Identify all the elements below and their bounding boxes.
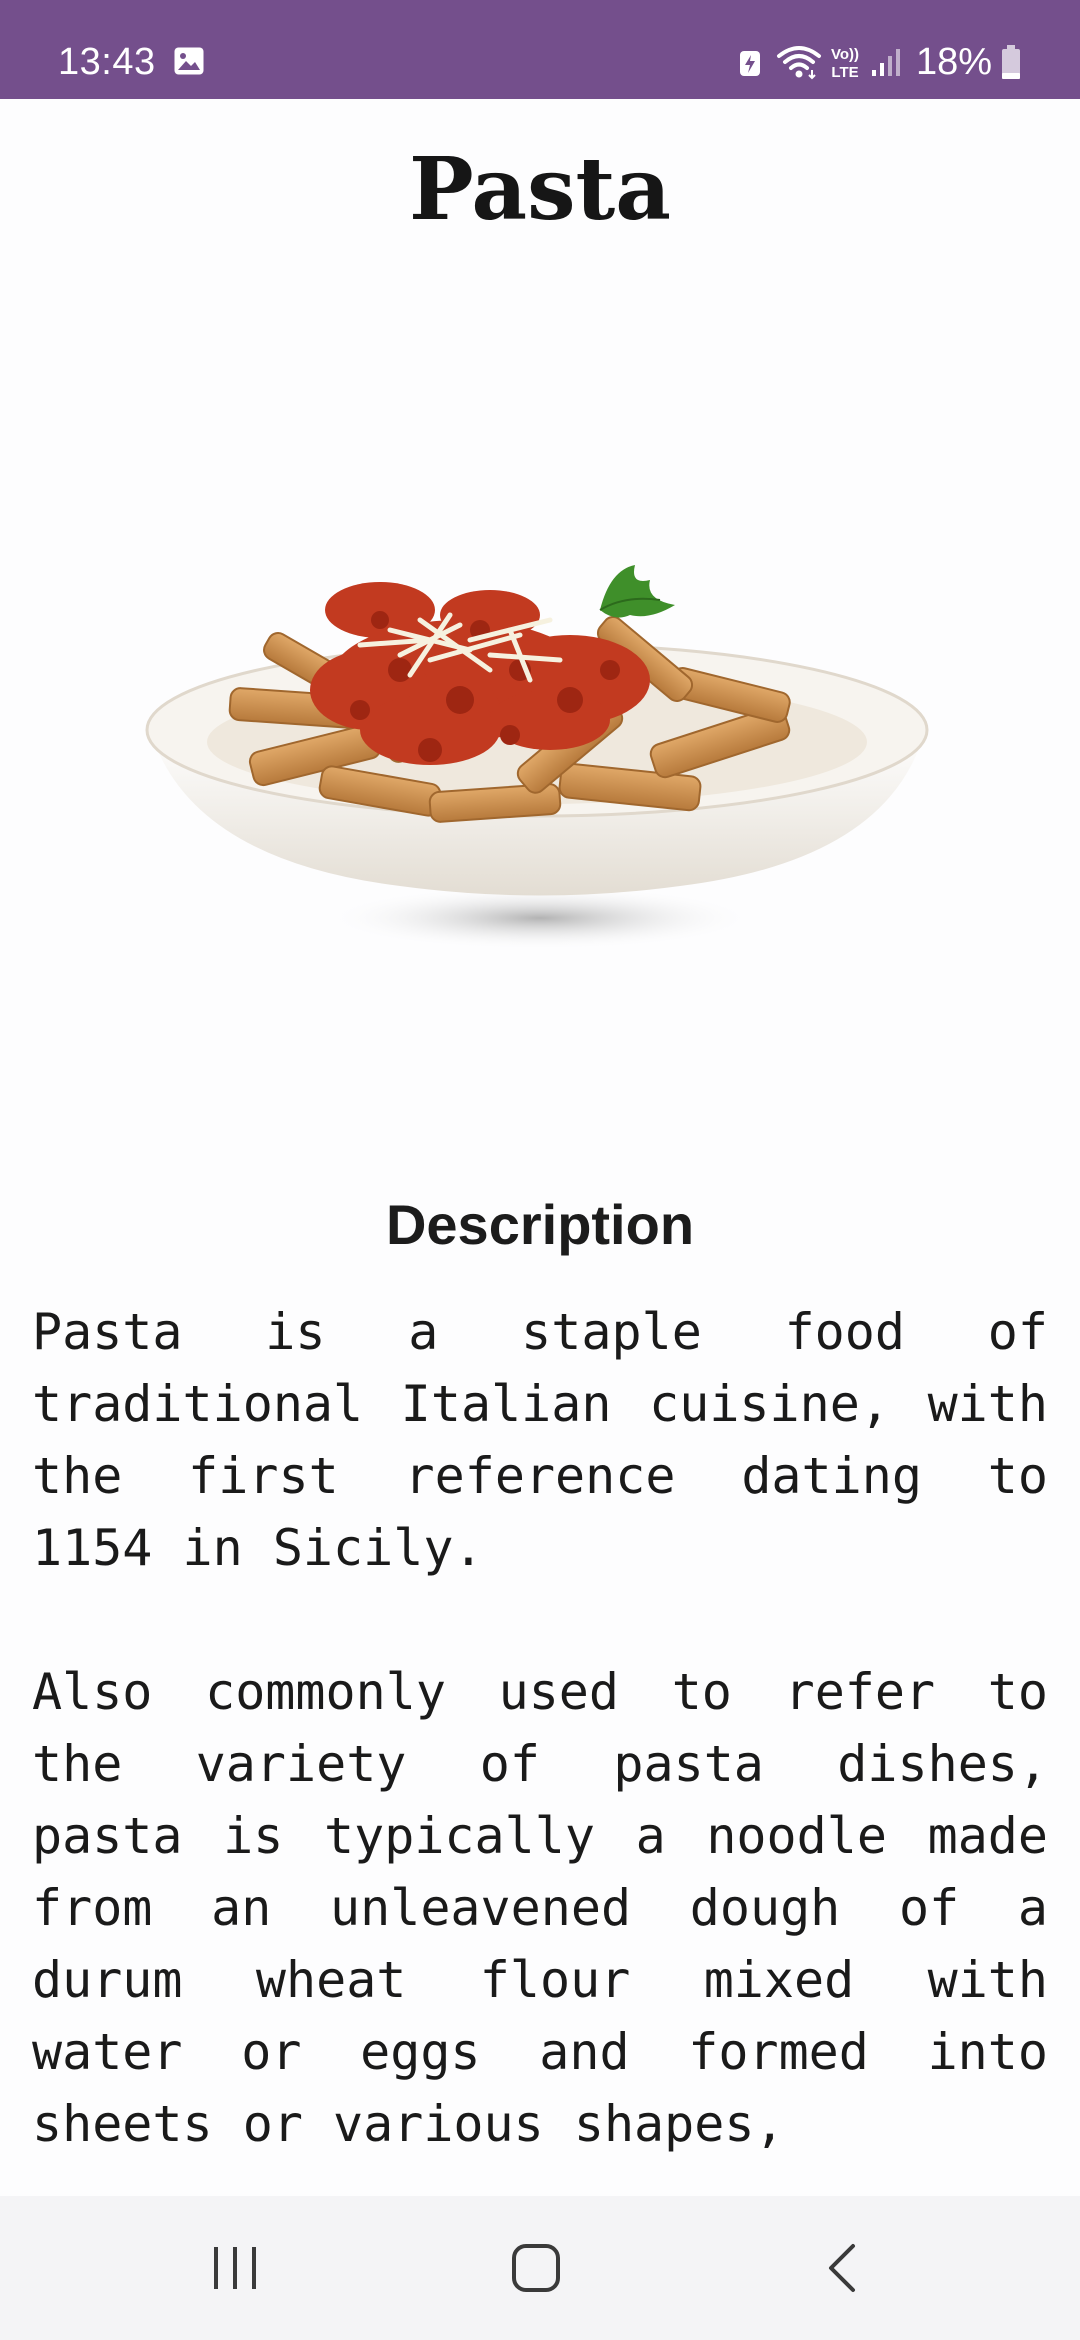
- gallery-notification-icon: [174, 47, 204, 75]
- recents-icon: [214, 2247, 256, 2289]
- battery-saver-icon: [740, 51, 760, 76]
- signal-strength-icon: [872, 49, 900, 76]
- description-heading: Description: [385, 1193, 695, 1256]
- svg-text:Vo)): Vo)): [831, 46, 859, 63]
- status-time: 13:43: [58, 41, 156, 83]
- svg-text:LTE: LTE: [831, 64, 858, 81]
- navigation-bar: [0, 2196, 1080, 2340]
- page-title: Pasta: [409, 139, 671, 240]
- status-bar: 13:43 Vo)) LTE 18%: [0, 0, 1080, 99]
- description-body: Pasta is a staple food of traditional It…: [32, 1296, 1048, 2160]
- battery-icon: [1002, 45, 1020, 79]
- back-icon: [829, 2244, 855, 2292]
- volte-icon: Vo)) LTE: [831, 46, 859, 81]
- description-paragraph: Pasta is a staple food of traditional It…: [32, 1303, 1048, 1577]
- wifi-icon: [777, 46, 821, 80]
- home-icon: [512, 2244, 560, 2292]
- home-button[interactable]: [466, 2196, 606, 2340]
- recents-button[interactable]: [165, 2196, 305, 2340]
- pasta-dish-image: [145, 565, 929, 950]
- description-paragraph: Also commonly used to refer to the varie…: [32, 1663, 1048, 2153]
- back-button[interactable]: [772, 2196, 912, 2340]
- battery-percentage: 18%: [916, 41, 993, 83]
